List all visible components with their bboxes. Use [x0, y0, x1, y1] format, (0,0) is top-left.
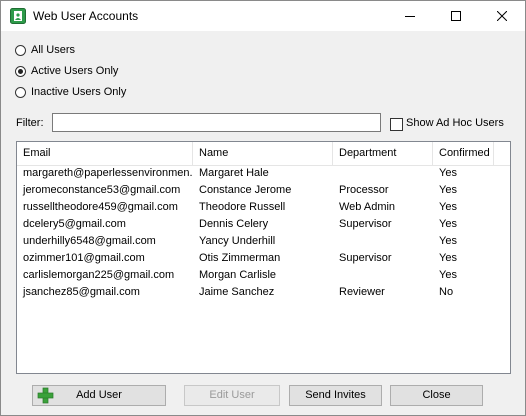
- cell-confirmed: Yes: [439, 252, 457, 264]
- table-row[interactable]: jsanchez85@gmail.com Jaime Sanchez Revie…: [17, 284, 510, 301]
- cell-department: Supervisor: [339, 252, 392, 264]
- plus-icon: [37, 387, 54, 404]
- radio-button[interactable]: [15, 44, 26, 56]
- table-row[interactable]: underhilly6548@gmail.com Yancy Underhill…: [17, 233, 510, 250]
- close-button[interactable]: Close: [390, 385, 483, 406]
- column-header-email[interactable]: Email: [17, 142, 193, 165]
- title-bar[interactable]: Web User Accounts: [1, 1, 525, 31]
- cell-confirmed: Yes: [439, 269, 457, 281]
- column-header-department[interactable]: Department: [333, 142, 433, 165]
- minimize-button[interactable]: [387, 1, 433, 31]
- cell-email: jsanchez85@gmail.com: [23, 286, 140, 298]
- column-header-name[interactable]: Name: [193, 142, 333, 165]
- radio-dot: [18, 68, 23, 74]
- column-header-confirmed[interactable]: Confirmed: [433, 142, 494, 165]
- filter-input[interactable]: [52, 113, 381, 132]
- radio-label: Inactive Users Only: [31, 86, 127, 98]
- radio-button[interactable]: [15, 86, 26, 98]
- cell-department: Reviewer: [339, 286, 385, 298]
- cell-department: Web Admin: [339, 201, 396, 213]
- maximize-icon: [451, 11, 461, 21]
- table-row[interactable]: margareth@paperlessenvironmen... Margare…: [17, 165, 510, 182]
- cell-confirmed: Yes: [439, 201, 457, 213]
- window-title: Web User Accounts: [33, 9, 139, 23]
- cell-name: Yancy Underhill: [199, 235, 276, 247]
- web-user-accounts-window: Web User Accounts All Users Active Users…: [0, 0, 526, 416]
- table-row[interactable]: dcelery5@gmail.com Dennis Celery Supervi…: [17, 216, 510, 233]
- app-icon: [10, 8, 26, 24]
- table-row[interactable]: ozimmer101@gmail.com Otis Zimmerman Supe…: [17, 250, 510, 267]
- add-user-label: Add User: [76, 389, 122, 401]
- users-table[interactable]: Email Name Department Confirmed margaret…: [16, 141, 511, 374]
- table-header: Email Name Department Confirmed: [17, 142, 510, 166]
- cell-name: Jaime Sanchez: [199, 286, 275, 298]
- cell-confirmed: Yes: [439, 167, 457, 179]
- cell-name: Margaret Hale: [199, 167, 269, 179]
- cell-confirmed: Yes: [439, 184, 457, 196]
- cell-email: carlislemorgan225@gmail.com: [23, 269, 175, 281]
- radio-button-selected[interactable]: [15, 65, 26, 77]
- cell-name: Theodore Russell: [199, 201, 286, 213]
- radio-active-users-only[interactable]: Active Users Only: [15, 63, 118, 79]
- table-row[interactable]: carlislemorgan225@gmail.com Morgan Carli…: [17, 267, 510, 284]
- cell-department: Supervisor: [339, 218, 392, 230]
- cell-department: [333, 267, 433, 284]
- cell-email: underhilly6548@gmail.com: [23, 235, 156, 247]
- edit-user-button[interactable]: Edit User: [184, 385, 280, 406]
- radio-all-users[interactable]: All Users: [15, 42, 75, 58]
- cell-name: Constance Jerome: [199, 184, 292, 196]
- cell-confirmed: Yes: [439, 218, 457, 230]
- close-window-button[interactable]: [479, 1, 525, 31]
- minimize-icon: [405, 16, 415, 17]
- show-ad-hoc-label[interactable]: Show Ad Hoc Users: [406, 117, 504, 129]
- cell-confirmed: Yes: [439, 235, 457, 247]
- cell-email: ozimmer101@gmail.com: [23, 252, 145, 264]
- table-row[interactable]: jeromeconstance53@gmail.com Constance Je…: [17, 182, 510, 199]
- cell-confirmed: No: [439, 286, 454, 298]
- cell-department: [333, 233, 433, 250]
- cell-department: Processor: [339, 184, 389, 196]
- cell-name: Dennis Celery: [199, 218, 269, 230]
- cell-name: Morgan Carlisle: [199, 269, 277, 281]
- table-row[interactable]: russelltheodore459@gmail.com Theodore Ru…: [17, 199, 510, 216]
- show-ad-hoc-checkbox[interactable]: [390, 118, 403, 131]
- cell-email: russelltheodore459@gmail.com: [23, 201, 178, 213]
- radio-label: All Users: [31, 44, 76, 56]
- maximize-button[interactable]: [433, 1, 479, 31]
- cell-email: dcelery5@gmail.com: [23, 218, 126, 230]
- cell-email: jeromeconstance53@gmail.com: [23, 184, 181, 196]
- radio-inactive-users-only[interactable]: Inactive Users Only: [15, 84, 126, 100]
- add-user-button[interactable]: Add User: [32, 385, 166, 406]
- cell-name: Otis Zimmerman: [199, 252, 281, 264]
- cell-email: margareth@paperlessenvironmen...: [23, 167, 193, 179]
- filter-label: Filter:: [16, 117, 44, 129]
- send-invites-button[interactable]: Send Invites: [289, 385, 382, 406]
- cell-department: [333, 165, 433, 182]
- close-icon: [497, 11, 507, 21]
- radio-label: Active Users Only: [31, 65, 119, 77]
